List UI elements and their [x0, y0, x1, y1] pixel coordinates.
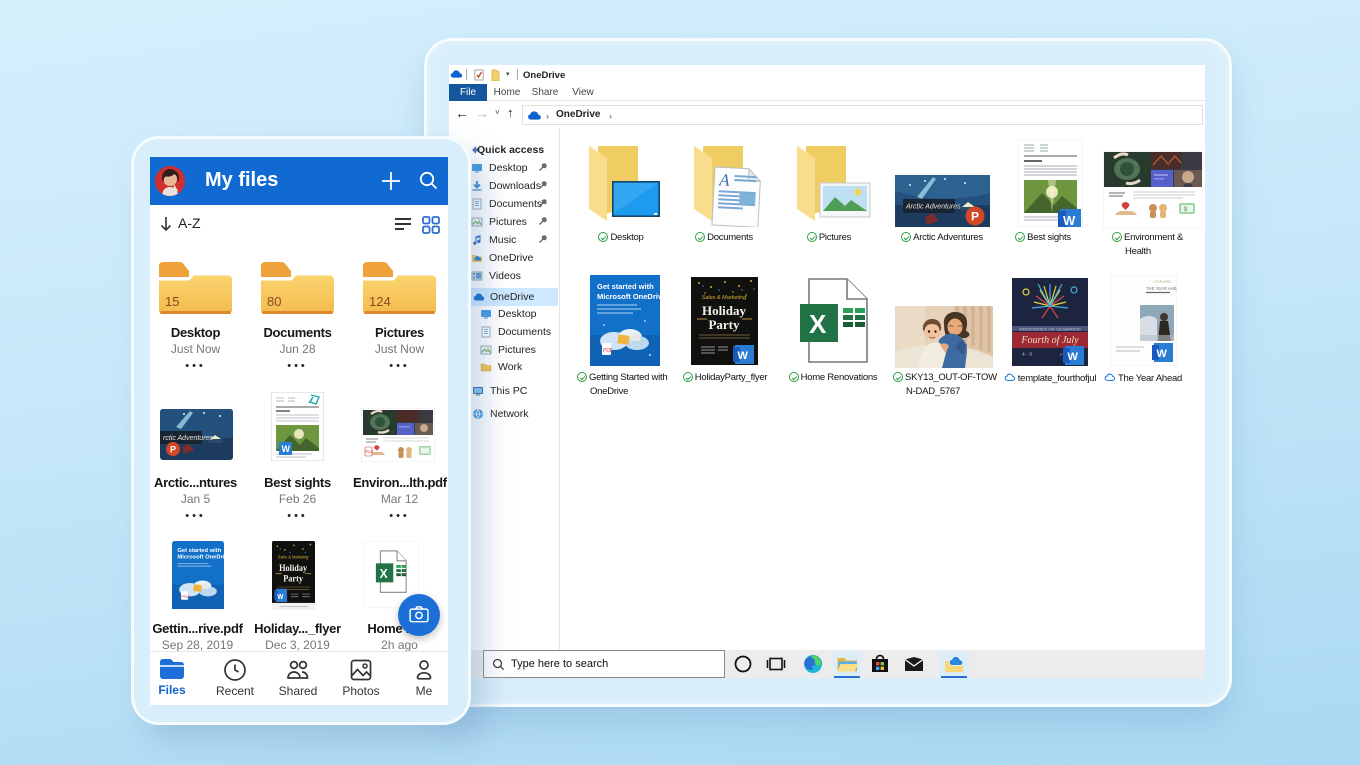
svg-text:PDF: PDF — [366, 449, 375, 454]
svg-text:W: W — [1068, 351, 1079, 363]
svg-text:15: 15 — [165, 294, 179, 309]
svg-text:OXFORD: OXFORD — [1154, 279, 1171, 284]
svg-text:Holiday: Holiday — [279, 562, 308, 573]
svg-text:Party: Party — [283, 573, 303, 584]
svg-text:Get started with: Get started with — [177, 548, 221, 554]
svg-text:Sales & Marketing: Sales & Marketing — [702, 295, 748, 301]
svg-text:P: P — [971, 210, 979, 224]
svg-text:Arctic Adventures: Arctic Adventures — [905, 204, 961, 211]
svg-text:Get started with: Get started with — [597, 282, 654, 291]
svg-text:W: W — [282, 444, 291, 454]
svg-text:X: X — [809, 309, 827, 339]
svg-text:Party: Party — [708, 317, 740, 332]
svg-text:X: X — [380, 567, 389, 582]
svg-text:A: A — [718, 170, 731, 190]
svg-text:THE YEAR AHEAD: THE YEAR AHEAD — [1146, 286, 1177, 291]
svg-text:Microsoft OneDrive: Microsoft OneDrive — [597, 292, 660, 301]
svg-text:W: W — [1157, 348, 1168, 360]
svg-text:PDF: PDF — [603, 348, 613, 354]
svg-text:W: W — [277, 594, 283, 602]
svg-text:Holiday: Holiday — [702, 303, 747, 318]
svg-text:INDEPENDENCE DAY CELEBRATION: INDEPENDENCE DAY CELEBRATION — [1019, 328, 1081, 332]
svg-text:W: W — [738, 350, 749, 362]
svg-text:4 - 9: 4 - 9 — [1022, 352, 1032, 358]
svg-text:124: 124 — [369, 294, 391, 309]
svg-text:Sales & Marketing: Sales & Marketing — [278, 554, 309, 559]
svg-text:80: 80 — [267, 294, 281, 309]
svg-text:rctic Adventures: rctic Adventures — [163, 435, 213, 442]
svg-text:Fourth of July: Fourth of July — [1020, 335, 1079, 346]
svg-text:PDF: PDF — [181, 594, 190, 599]
svg-text:W: W — [1063, 213, 1076, 227]
svg-text:P: P — [170, 445, 176, 455]
svg-text:Microsoft OneDrive: Microsoft OneDrive — [177, 555, 224, 561]
